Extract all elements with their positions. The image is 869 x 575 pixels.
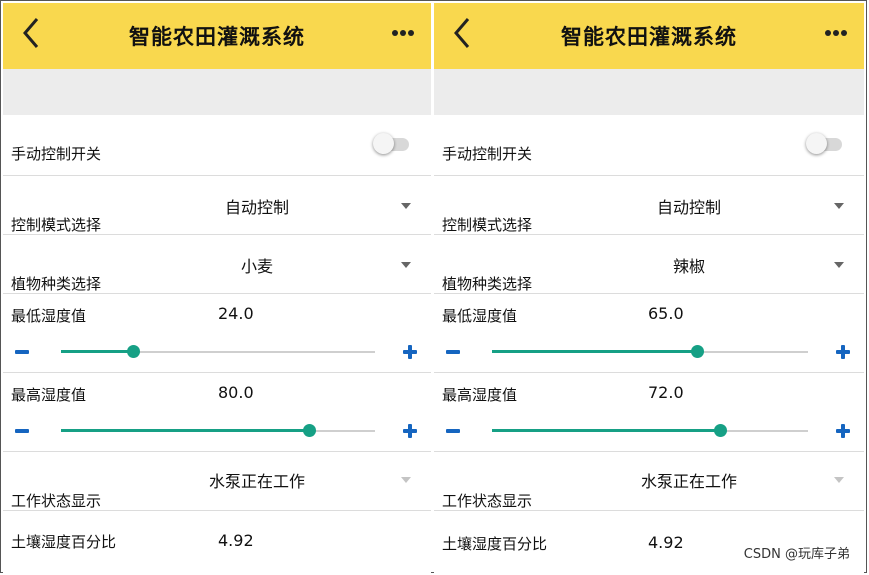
- soil-humidity-label: 土壤湿度百分比: [11, 533, 117, 551]
- status-label: 工作状态显示: [442, 492, 533, 510]
- dropdown-arrow-icon: [401, 477, 411, 483]
- soil-humidity-value: 4.92: [648, 533, 684, 552]
- max-humidity-row: 最高湿度值 72.0: [434, 373, 864, 452]
- max-humidity-decrease-button[interactable]: [444, 421, 464, 441]
- plant-select-row: 植物种类选择 辣椒: [434, 235, 864, 294]
- soil-humidity-row: 土壤湿度百分比 4.92: [3, 511, 431, 571]
- min-humidity-row: 最低湿度值 65.0: [434, 294, 864, 373]
- max-humidity-slider[interactable]: [492, 421, 808, 441]
- max-humidity-increase-button[interactable]: [401, 421, 421, 441]
- plant-dropdown-value: 小麦: [240, 257, 273, 276]
- min-humidity-row: 最低湿度值 24.0: [3, 294, 431, 373]
- max-humidity-row: 最高湿度值 80.0: [3, 373, 431, 452]
- mode-select-row: 控制模式选择 自动控制: [434, 176, 864, 235]
- max-humidity-decrease-button[interactable]: [13, 421, 33, 441]
- header-spacer: [434, 69, 864, 115]
- slider-fill: [492, 350, 698, 353]
- max-humidity-slider[interactable]: [61, 421, 375, 441]
- slider-thumb[interactable]: [127, 345, 141, 358]
- slider-fill: [61, 429, 310, 432]
- soil-humidity-row: 土壤湿度百分比 4.92: [434, 511, 864, 571]
- plant-dropdown[interactable]: 小麦: [143, 241, 431, 287]
- max-humidity-label: 最高湿度值: [11, 386, 87, 404]
- plant-dropdown-value: 辣椒: [672, 257, 705, 276]
- min-humidity-decrease-button[interactable]: [444, 342, 464, 362]
- phone-screen-left: 智能农田灌溉系统 手动控制开关 控制模式选择 自动控制 植物种类选择 小麦 最低…: [3, 3, 431, 574]
- dropdown-arrow-icon: [834, 262, 844, 268]
- min-humidity-slider[interactable]: [61, 342, 375, 362]
- dropdown-arrow-icon: [401, 203, 411, 209]
- phone-screen-right: 智能农田灌溉系统 手动控制开关 控制模式选择 自动控制 植物种类选择 辣椒 最低…: [434, 3, 864, 574]
- dropdown-arrow-icon: [401, 262, 411, 268]
- min-humidity-slider[interactable]: [492, 342, 808, 362]
- slider-thumb[interactable]: [303, 424, 317, 437]
- page-title: 智能农田灌溉系统: [129, 25, 305, 49]
- max-humidity-increase-button[interactable]: [834, 421, 854, 441]
- mode-dropdown-value: 自动控制: [224, 198, 289, 217]
- soil-humidity-value: 4.92: [218, 531, 254, 550]
- plant-select-label: 植物种类选择: [442, 275, 533, 293]
- min-humidity-increase-button[interactable]: [834, 342, 854, 362]
- app-bar: 智能农田灌溉系统: [3, 3, 431, 69]
- min-humidity-value: 65.0: [648, 304, 684, 323]
- manual-switch-row: 手动控制开关: [434, 115, 864, 176]
- dropdown-arrow-icon: [834, 203, 844, 209]
- manual-switch-label: 手动控制开关: [11, 145, 102, 163]
- switch-thumb: [806, 133, 827, 154]
- max-humidity-value: 72.0: [648, 383, 684, 402]
- status-value: 水泵正在工作: [208, 472, 305, 491]
- slider-fill: [61, 350, 134, 353]
- slider-fill: [492, 429, 720, 432]
- mode-dropdown[interactable]: 自动控制: [574, 182, 864, 228]
- switch-thumb: [373, 133, 394, 154]
- header-spacer: [3, 69, 431, 115]
- max-humidity-label: 最高湿度值: [442, 386, 518, 404]
- watermark: CSDN @玩库子弟: [743, 547, 850, 562]
- manual-control-switch[interactable]: [806, 133, 844, 154]
- screenshot-frame: 智能农田灌溉系统 手动控制开关 控制模式选择 自动控制 植物种类选择 小麦 最低…: [0, 0, 867, 574]
- status-display: 水泵正在工作: [574, 456, 864, 502]
- manual-switch-label: 手动控制开关: [442, 145, 533, 163]
- slider-thumb[interactable]: [713, 424, 727, 437]
- min-humidity-label: 最低湿度值: [442, 307, 518, 325]
- status-row: 工作状态显示 水泵正在工作: [434, 452, 864, 511]
- slider-thumb[interactable]: [691, 345, 705, 358]
- manual-control-switch[interactable]: [373, 133, 411, 154]
- mode-dropdown-value: 自动控制: [656, 198, 721, 217]
- min-humidity-decrease-button[interactable]: [13, 342, 33, 362]
- more-options-icon[interactable]: [387, 21, 419, 45]
- min-humidity-value: 24.0: [218, 304, 254, 323]
- soil-humidity-label: 土壤湿度百分比: [442, 535, 548, 553]
- status-row: 工作状态显示 水泵正在工作: [3, 452, 431, 511]
- mode-select-label: 控制模式选择: [11, 216, 102, 234]
- status-display: 水泵正在工作: [143, 456, 431, 502]
- min-humidity-label: 最低湿度值: [11, 307, 87, 325]
- mode-select-label: 控制模式选择: [442, 216, 533, 234]
- plant-dropdown[interactable]: 辣椒: [574, 241, 864, 287]
- manual-switch-row: 手动控制开关: [3, 115, 431, 176]
- more-options-icon[interactable]: [820, 21, 852, 45]
- dropdown-arrow-icon: [834, 477, 844, 483]
- status-label: 工作状态显示: [11, 492, 102, 510]
- status-value: 水泵正在工作: [640, 472, 737, 491]
- app-bar: 智能农田灌溉系统: [434, 3, 864, 69]
- page-title: 智能农田灌溉系统: [561, 25, 737, 49]
- min-humidity-increase-button[interactable]: [401, 342, 421, 362]
- plant-select-row: 植物种类选择 小麦: [3, 235, 431, 294]
- mode-select-row: 控制模式选择 自动控制: [3, 176, 431, 235]
- mode-dropdown[interactable]: 自动控制: [143, 182, 431, 228]
- max-humidity-value: 80.0: [218, 383, 254, 402]
- plant-select-label: 植物种类选择: [11, 275, 102, 293]
